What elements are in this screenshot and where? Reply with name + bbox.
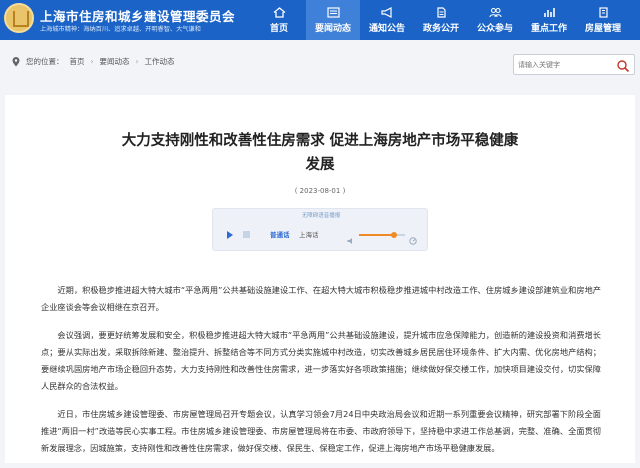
nav-label: 首页 [269,23,288,34]
shanghainese-option[interactable]: 上海话 [299,229,319,239]
breadcrumb-prefix: 您的位置： [26,57,64,66]
article-title: 大力支持刚性和改善性住房需求 促进上海房地产市场平稳健康 发展 [5,129,635,177]
mandarin-option[interactable]: 普通话 [270,229,290,239]
volume-slider-handle[interactable] [391,232,397,238]
article-title-line2: 发展 [305,157,335,173]
volume-icon[interactable] [347,230,355,244]
nav-label: 要闻动态 [314,23,351,34]
nav-item-housing-management[interactable]: 房屋管理 [576,0,630,40]
search-box [513,54,635,75]
breadcrumb-home[interactable]: 首页 [70,56,85,67]
home-icon [272,6,286,18]
building-icon [596,6,610,18]
nav-label: 公众参与 [476,23,513,34]
player-label: 无障碍语音播报 [301,213,341,219]
article-panel: 大力支持刚性和改善性住房需求 促进上海房地产市场平稳健康 发展 ( 2023-0… [5,95,635,463]
site-title[interactable]: 上海市住房和城乡建设管理委员会 [40,6,235,25]
nav-label: 重点工作 [530,23,567,34]
nav-label: 通知公告 [368,23,405,34]
nav-item-government-affairs[interactable]: 政务公开 [414,0,468,40]
speed-icon[interactable] [409,230,417,245]
megaphone-icon [380,6,394,18]
player-controls: 普通话 上海话 [213,227,429,245]
chart-icon [542,7,556,18]
search-input[interactable] [518,58,614,72]
location-pin-icon [12,56,20,66]
play-icon[interactable] [227,231,233,239]
nav-item-public-participation[interactable]: 公众参与 [468,0,522,40]
nav-item-key-work[interactable]: 重点工作 [522,0,576,40]
nav-item-notices[interactable]: 通知公告 [360,0,414,40]
article-title-line1: 大力支持刚性和改善性住房需求 促进上海房地产市场平稳健康 [121,133,519,149]
article-paragraph: 近期，积极稳步推进超大特大城市“平急两用”公共基础设施建设工作、在超大特大城市积… [41,285,601,312]
city-motto: 上海城市精神：海纳百川、追求卓越、开明睿智、大气谦和 [40,26,201,33]
people-icon [488,7,502,18]
nav-label: 房屋管理 [584,23,621,34]
article-date: ( 2023-08-01 ) [294,187,346,195]
article-paragraph: 会议强调，要更好统筹发展和安全，积极稳步推进超大特大城市“平急两用”公共基础设施… [41,330,601,391]
nav-label: 政务公开 [422,23,459,34]
nav-item-news[interactable]: 要闻动态 [306,0,360,40]
breadcrumb-separator: › [135,57,139,66]
article-paragraph: 近日，市住房城乡建设管理委、市房屋管理局召开专题会议，认真学习领会7月24日中央… [41,409,601,453]
news-icon [326,6,340,18]
nav-item-home[interactable]: 首页 [252,0,306,40]
breadcrumb-news[interactable]: 要闻动态 [100,56,130,67]
breadcrumb: 您的位置： 首页 › 要闻动态 › 工作动态 [12,56,175,67]
site-logo[interactable] [4,3,34,33]
search-icon [617,60,630,73]
breadcrumb-work-updates[interactable]: 工作动态 [145,56,175,67]
article-body: 近期，积极稳步推进超大特大城市“平急两用”公共基础设施建设工作、在超大特大城市积… [41,282,601,468]
stop-icon[interactable] [243,231,250,238]
document-icon [434,6,448,18]
search-button[interactable] [616,58,630,73]
site-header: 上海市住房和城乡建设管理委员会 上海城市精神：海纳百川、追求卓越、开明睿智、大气… [0,0,640,40]
audio-player: 无障碍语音播报 普通话 上海话 [212,208,428,251]
breadcrumb-separator: › [90,57,94,66]
volume-fill [359,234,393,236]
main-nav: 首页 要闻动态 通知公告 政务公开 公众参与 重点工作 房屋管理 [252,0,630,40]
